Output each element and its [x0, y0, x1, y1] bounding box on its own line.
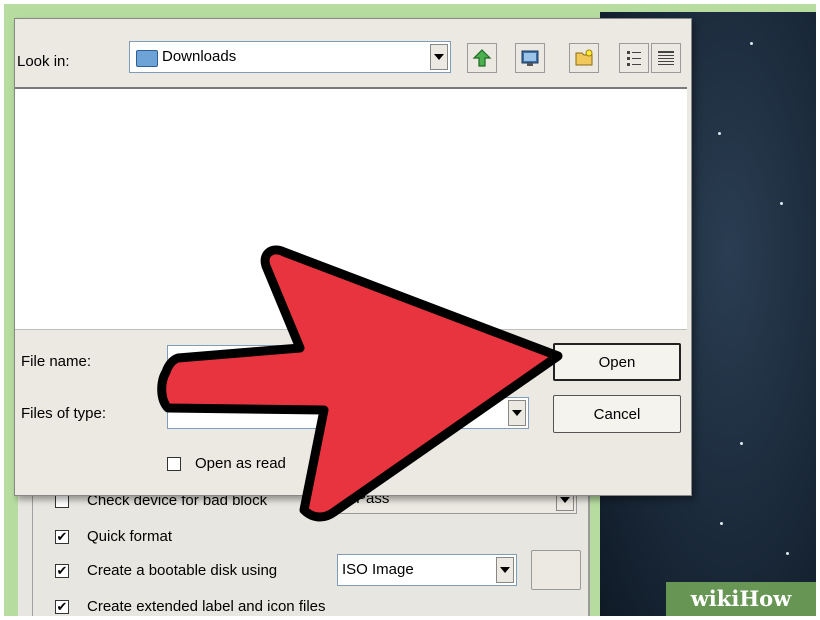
- star: [786, 552, 789, 555]
- bootable-type-value: ISO Image: [342, 561, 414, 578]
- chevron-down-icon[interactable]: [496, 557, 514, 583]
- star: [718, 132, 721, 135]
- star: [750, 42, 753, 45]
- star: [720, 522, 723, 525]
- extended-label-checkbox[interactable]: ✔: [55, 600, 69, 614]
- star: [740, 442, 743, 445]
- list-view-icon[interactable]: [619, 43, 649, 73]
- select-image-button[interactable]: [531, 550, 581, 590]
- extended-label-text: Create extended label and icon files: [87, 598, 326, 615]
- screenshot-frame: wikiHow Check device for bad block Pass …: [4, 4, 816, 616]
- look-in-label: Look in:: [17, 53, 70, 70]
- quick-format-label: Quick format: [87, 528, 173, 545]
- look-in-select[interactable]: Downloads: [129, 41, 451, 73]
- bad-blocks-checkbox[interactable]: [55, 494, 69, 508]
- up-folder-icon[interactable]: [467, 43, 497, 73]
- desktop-icon[interactable]: [515, 43, 545, 73]
- quick-format-checkbox[interactable]: ✔: [55, 530, 69, 544]
- wikihow-watermark: wikiHow: [666, 582, 816, 616]
- look-in-value: Downloads: [162, 48, 237, 65]
- chevron-down-icon[interactable]: [430, 44, 448, 70]
- star: [780, 202, 783, 205]
- folder-icon: [136, 50, 158, 67]
- bootable-label: Create a bootable disk using: [87, 562, 278, 579]
- bootable-type-select[interactable]: ISO Image: [337, 554, 517, 586]
- details-view-icon[interactable]: [651, 43, 681, 73]
- red-pointer-arrow-icon: [157, 245, 563, 522]
- new-folder-icon[interactable]: [569, 43, 599, 73]
- files-of-type-label: Files of type:: [21, 405, 107, 422]
- file-name-label: File name:: [21, 353, 92, 370]
- bootable-checkbox[interactable]: ✔: [55, 564, 69, 578]
